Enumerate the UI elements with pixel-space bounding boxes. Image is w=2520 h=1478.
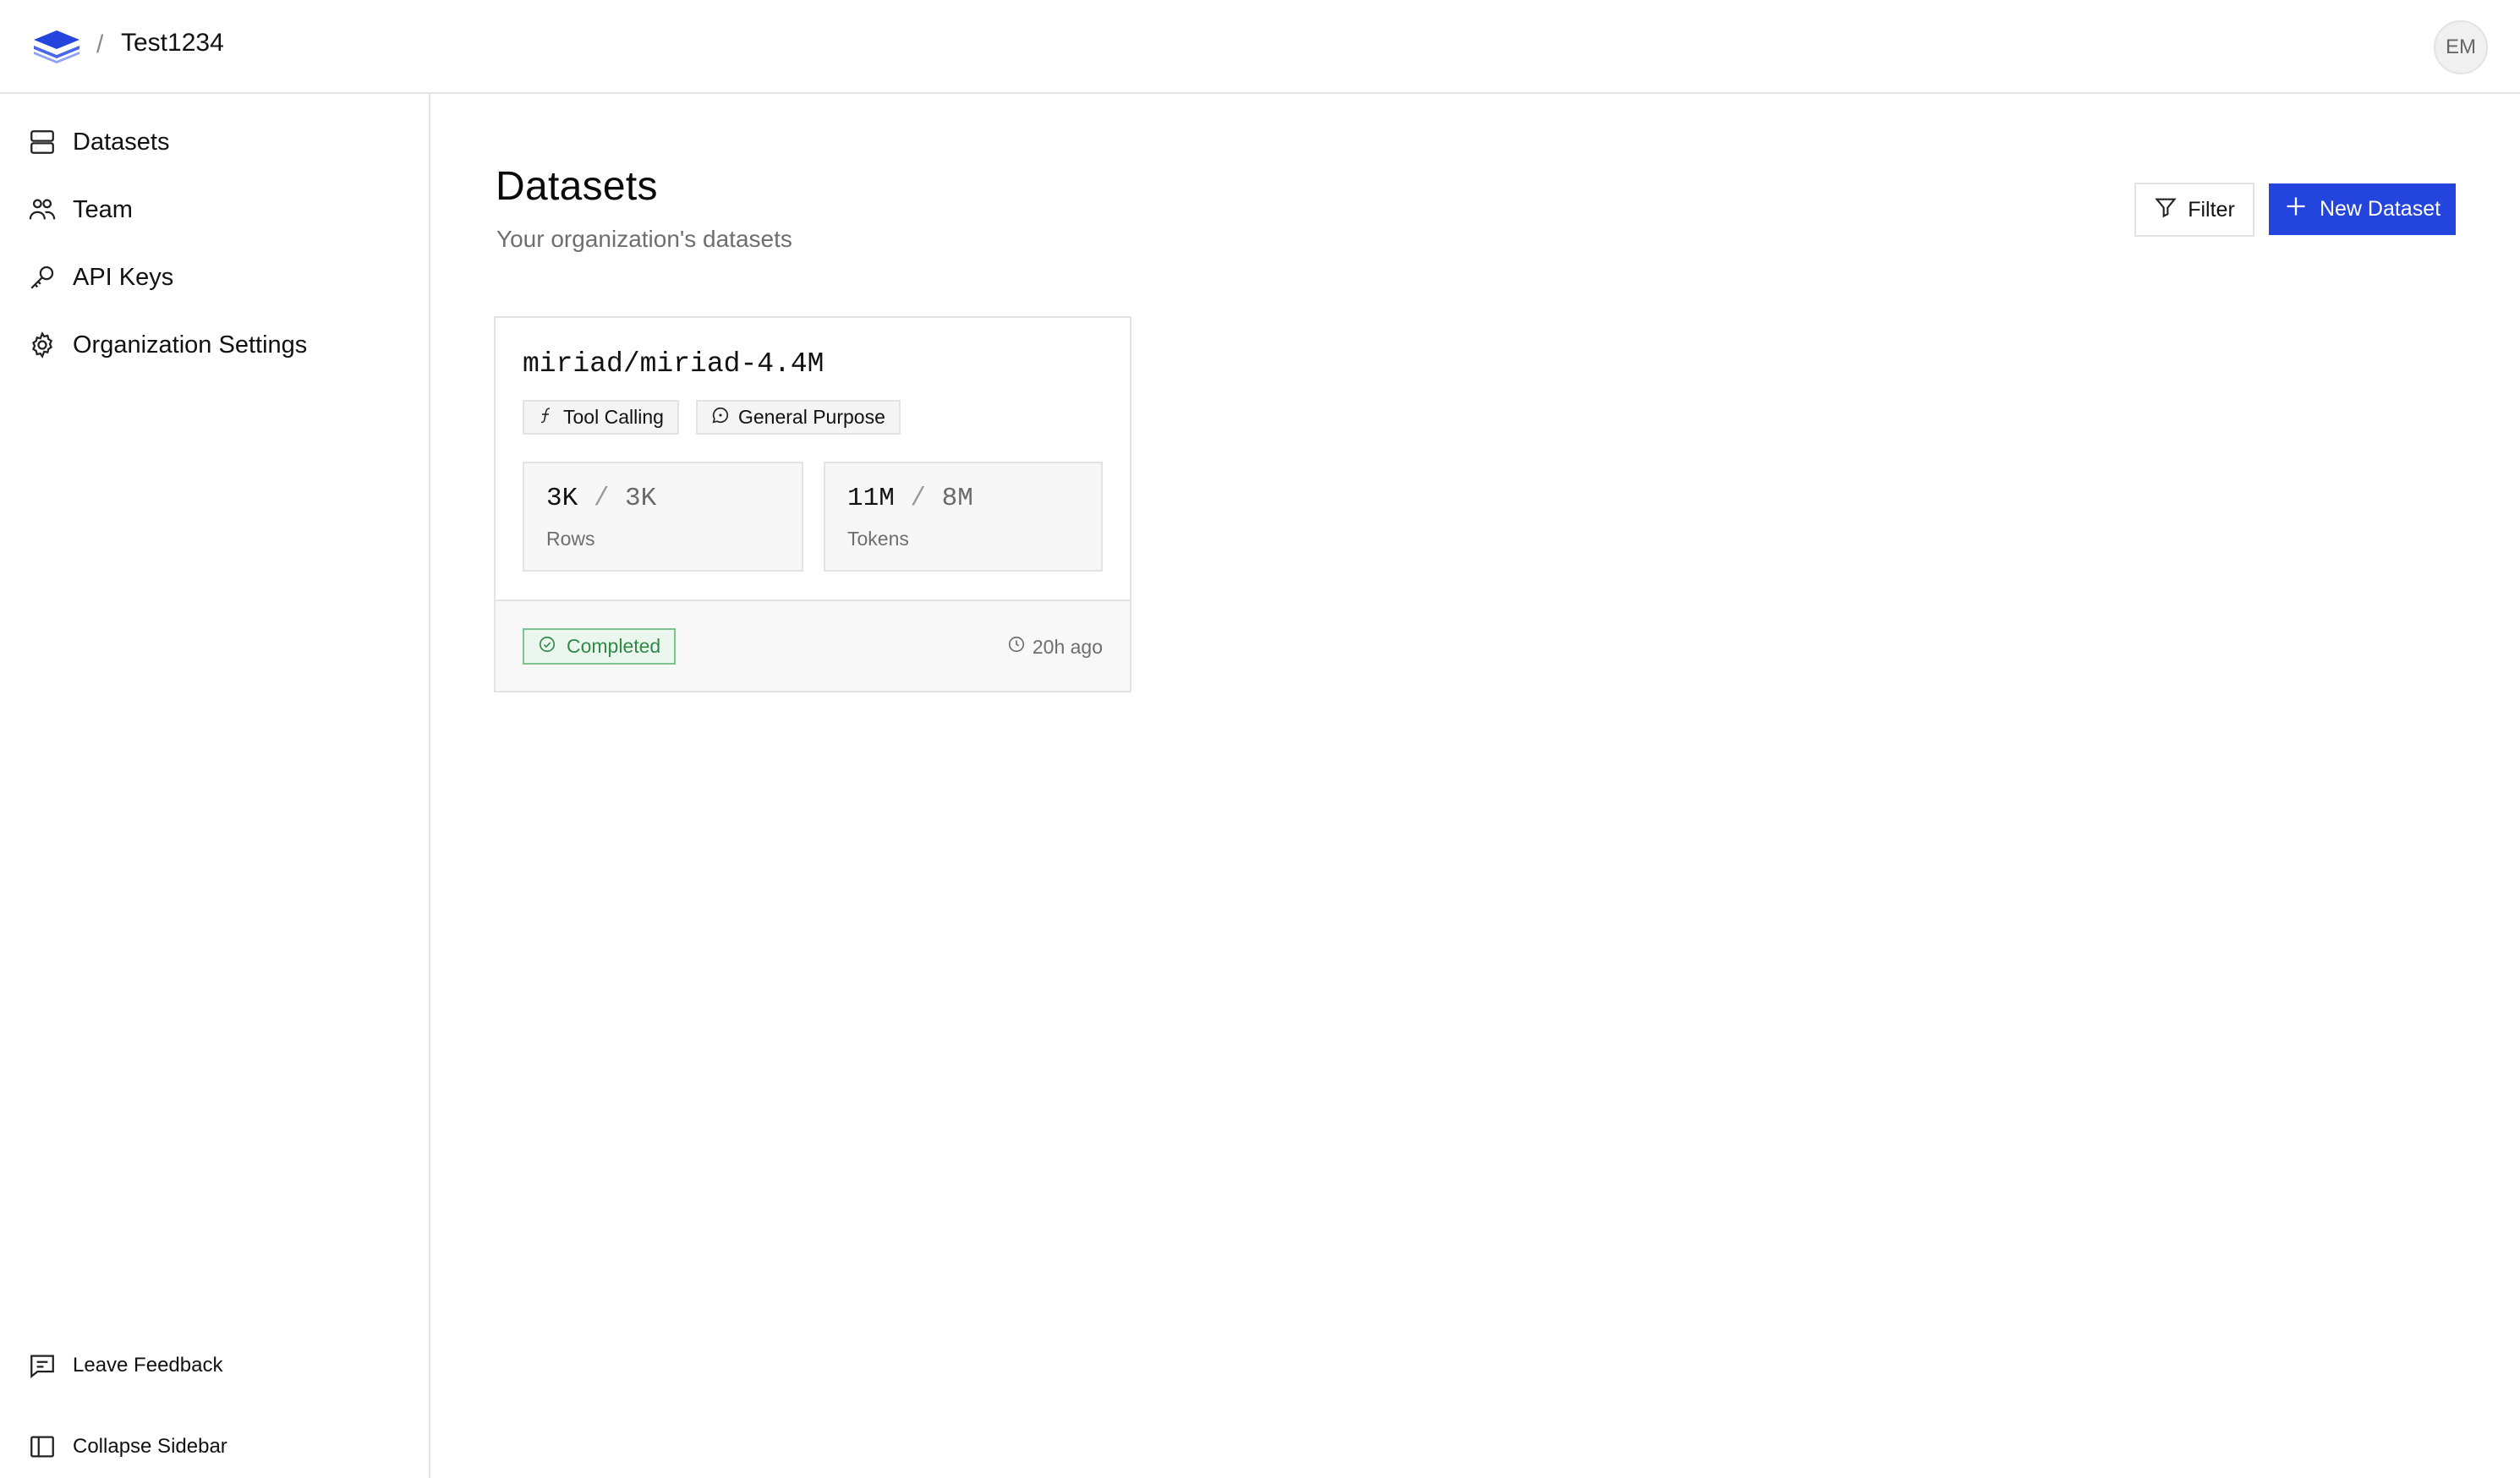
tag-label: Tool Calling	[563, 406, 664, 428]
dataset-card[interactable]: miriad/miriad-4.4M Tool Calling General …	[494, 316, 1131, 692]
sidebar-item-label: API Keys	[73, 263, 174, 291]
rows-value: 3K / 3K	[546, 484, 657, 513]
tokens-caption: Tokens	[847, 528, 909, 550]
function-icon	[538, 406, 555, 430]
rows-current: 3K	[546, 484, 578, 513]
updated-time: 20h ago	[1007, 635, 1103, 659]
leave-feedback-label: Leave Feedback	[73, 1354, 223, 1377]
page-title: Datasets	[496, 164, 658, 209]
filter-icon	[2154, 195, 2178, 225]
filter-button-label: Filter	[2188, 197, 2235, 222]
new-dataset-button-label: New Dataset	[2319, 197, 2441, 221]
new-dataset-button[interactable]: New Dataset	[2269, 183, 2456, 235]
filter-button[interactable]: Filter	[2134, 183, 2254, 237]
database-icon	[27, 127, 58, 157]
page-subtitle: Your organization's datasets	[496, 226, 792, 252]
message-square-icon	[27, 1350, 58, 1381]
rows-caption: Rows	[546, 528, 595, 550]
updated-time-label: 20h ago	[1032, 635, 1103, 658]
gear-icon	[27, 330, 58, 360]
status-label: Completed	[567, 635, 661, 657]
tag-general-purpose: General Purpose	[696, 400, 901, 435]
collapse-sidebar-button[interactable]: Collapse Sidebar	[0, 1421, 430, 1472]
tag-tool-calling: Tool Calling	[523, 400, 679, 435]
plus-icon	[2284, 194, 2308, 224]
top-bar: / Test1234 EM	[0, 0, 2520, 94]
sidebar-item-label: Organization Settings	[73, 331, 308, 359]
rows-stat: 3K / 3K Rows	[523, 462, 803, 572]
sidebar-item-datasets[interactable]: Datasets	[0, 112, 430, 172]
breadcrumb-separator: /	[96, 30, 104, 58]
tokens-current: 11M	[847, 484, 895, 513]
tokens-value: 11M / 8M	[847, 484, 973, 513]
sidebar-item-organization-settings[interactable]: Organization Settings	[0, 315, 430, 375]
rows-total: 3K	[625, 484, 657, 513]
tokens-stat: 11M / 8M Tokens	[824, 462, 1103, 572]
app-logo-icon[interactable]	[30, 27, 83, 64]
sidebar: Datasets Team API Keys Organization Sett…	[0, 94, 430, 1478]
key-icon	[27, 262, 58, 293]
collapse-sidebar-label: Collapse Sidebar	[73, 1435, 227, 1458]
check-circle-icon	[538, 635, 556, 659]
tag-label: General Purpose	[738, 406, 885, 428]
chat-bubble-icon	[711, 406, 730, 430]
breadcrumb-org-name[interactable]: Test1234	[121, 29, 224, 57]
sidebar-item-api-keys[interactable]: API Keys	[0, 248, 430, 307]
sidebar-item-label: Datasets	[73, 128, 170, 156]
sidebar-item-team[interactable]: Team	[0, 180, 430, 239]
dataset-name[interactable]: miriad/miriad-4.4M	[523, 348, 824, 380]
status-badge: Completed	[523, 628, 677, 665]
users-icon	[27, 194, 58, 225]
tokens-total: 8M	[941, 484, 973, 513]
sidebar-item-label: Team	[73, 195, 133, 223]
sidebar-panel-icon	[27, 1431, 58, 1462]
card-footer: Completed 20h ago	[496, 599, 1130, 691]
user-avatar[interactable]: EM	[2434, 20, 2488, 74]
leave-feedback-button[interactable]: Leave Feedback	[0, 1340, 430, 1391]
clock-icon	[1007, 635, 1026, 659]
